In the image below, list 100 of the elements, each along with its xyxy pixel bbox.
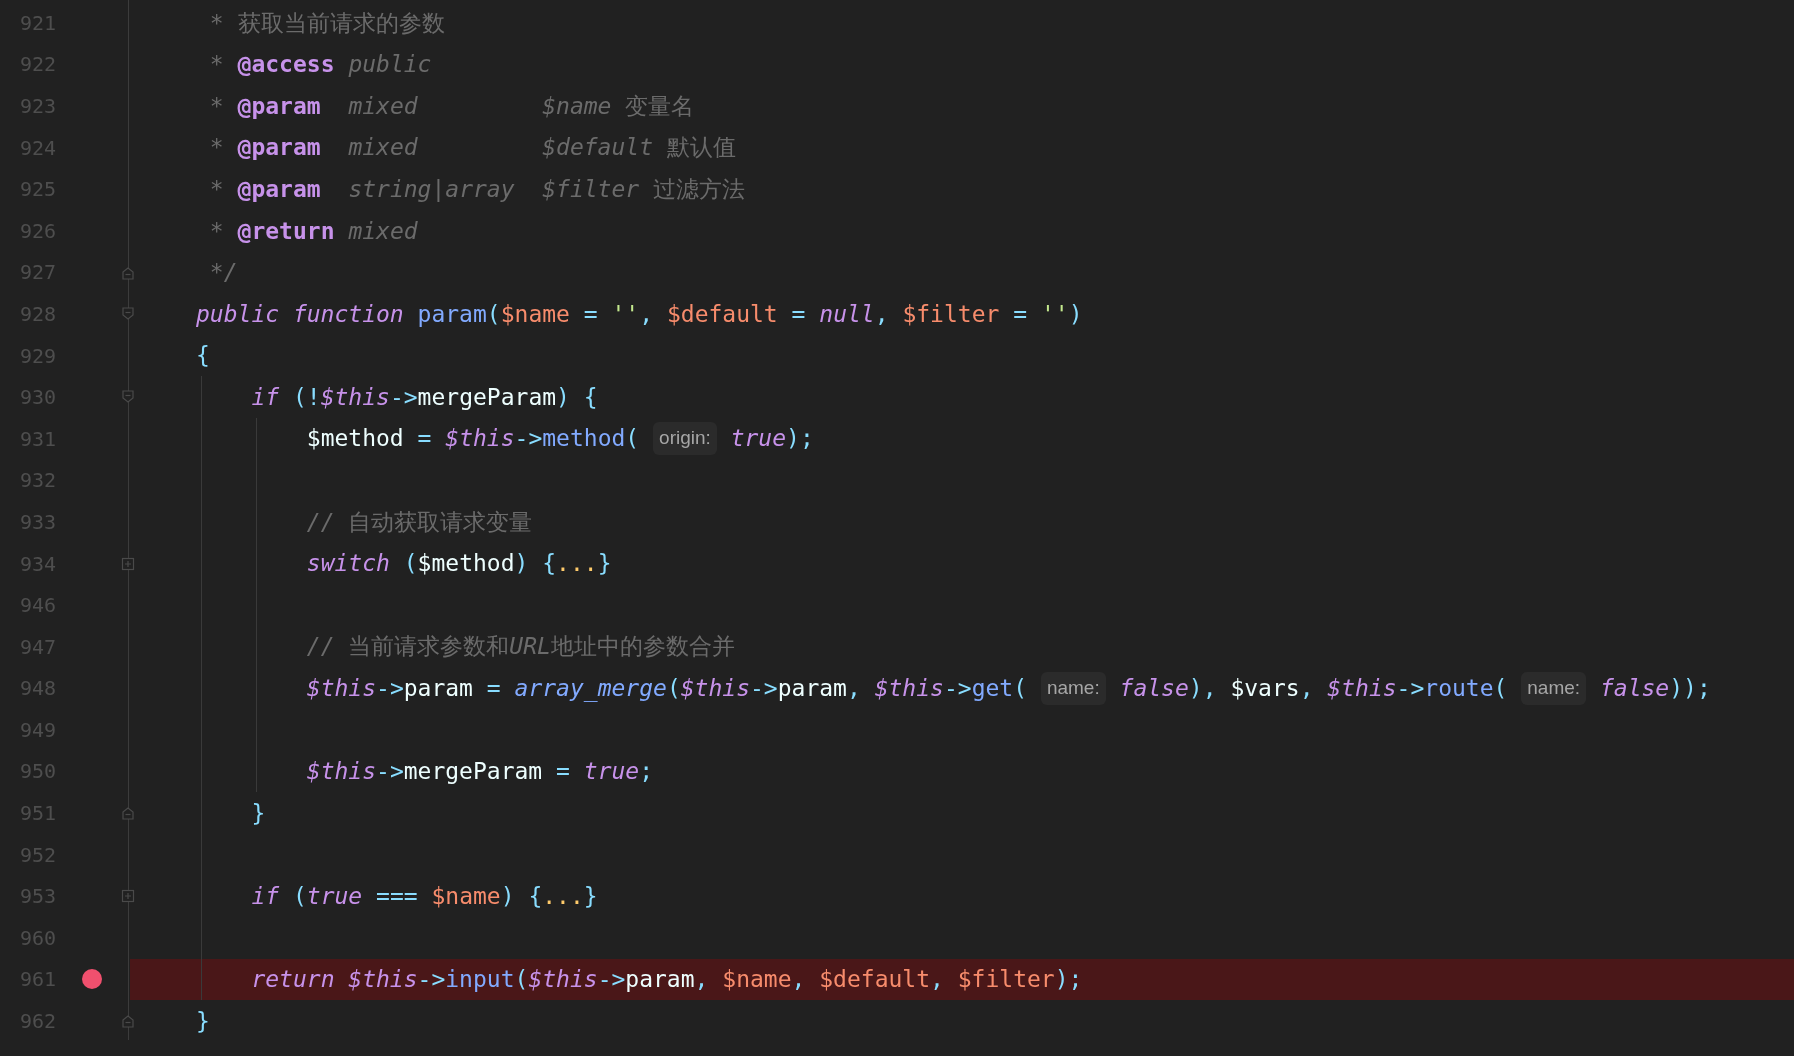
identifier: param: [777, 674, 847, 704]
comment-text: string|array $filter: [348, 174, 640, 204]
fold-start-icon[interactable]: [121, 390, 135, 405]
identifier: param: [403, 674, 473, 704]
keyword: $this: [874, 674, 944, 704]
operator: ,: [846, 674, 861, 704]
identifier: $method: [306, 424, 404, 454]
fold-expand-icon[interactable]: [121, 556, 135, 571]
doc-tag: @param: [237, 130, 321, 165]
breakpoint-icon[interactable]: [82, 969, 102, 990]
operator: (: [403, 549, 418, 579]
keyword: null: [819, 299, 875, 329]
operator: =: [486, 674, 501, 704]
comment-text: *: [209, 216, 224, 246]
operator: ): [1068, 299, 1083, 329]
comment-text: 自动获取请求变量: [348, 507, 533, 537]
variable: $name: [722, 965, 792, 995]
comment-text: 地址中的参数合并: [550, 632, 735, 662]
identifier: $vars: [1230, 674, 1300, 704]
keyword: if: [251, 382, 280, 412]
comment-text: *: [209, 91, 224, 121]
operator: );: [1054, 965, 1083, 995]
operator: (: [666, 674, 681, 704]
operator: ->: [597, 965, 626, 995]
comment-text: *: [209, 133, 224, 163]
operator: =: [583, 299, 598, 329]
comment-text: URL: [509, 632, 551, 662]
keyword: if: [251, 882, 280, 911]
keyword: true: [583, 757, 640, 787]
comment-text: mixed $name: [348, 91, 612, 121]
operator: ),: [1188, 674, 1217, 704]
string-literal: '': [1040, 299, 1069, 329]
doc-tag: @access: [237, 47, 335, 82]
variable: $default: [819, 965, 931, 995]
keyword: $this: [306, 757, 377, 787]
keyword: $this: [1327, 674, 1397, 704]
parameter-hint: name:: [1521, 672, 1587, 705]
operator: ->: [376, 757, 404, 787]
fold-end-icon[interactable]: [121, 806, 135, 821]
comment-text: public: [348, 50, 432, 80]
keyword: public function: [196, 299, 404, 329]
function-name: route: [1424, 674, 1494, 704]
fold-start-icon[interactable]: [121, 307, 135, 322]
operator: ->: [514, 424, 543, 454]
function-name: param: [417, 299, 487, 329]
keyword: return $this: [251, 965, 418, 995]
operator: ->: [750, 674, 778, 704]
variable: $default: [666, 299, 778, 329]
keyword: true: [306, 882, 363, 911]
fold-end-icon[interactable]: [121, 1014, 135, 1029]
operator: ->: [417, 965, 446, 995]
doc-tag: @return: [237, 213, 335, 248]
fold-end-icon[interactable]: [121, 265, 135, 280]
operator: =: [791, 299, 806, 329]
operator: ) {: [514, 549, 557, 579]
parameter-hint: origin:: [653, 422, 717, 455]
operator: ,: [874, 299, 889, 329]
operator: ,: [791, 965, 806, 995]
operator: (: [1013, 674, 1028, 704]
operator: ->: [1396, 674, 1425, 704]
function-name: input: [445, 965, 515, 995]
keyword: $this: [320, 382, 390, 412]
comment-text: */: [209, 258, 238, 288]
operator: ;: [639, 757, 654, 787]
variable: $name: [500, 299, 570, 329]
operator: {: [196, 341, 210, 371]
keyword: false: [1119, 674, 1189, 704]
operator: =: [417, 424, 432, 454]
variable: $filter: [902, 299, 1000, 329]
string-literal: '': [611, 299, 640, 329]
keyword: $this: [306, 674, 377, 704]
operator: ));: [1669, 674, 1711, 704]
comment-text: 过滤方法: [653, 174, 746, 204]
variable: $name: [431, 882, 501, 911]
operator: (: [1493, 674, 1508, 704]
function-name: array_merge: [514, 674, 667, 704]
operator: (: [625, 424, 640, 454]
operator: ,: [1299, 674, 1314, 704]
comment-text: *: [209, 50, 224, 80]
operator: ,: [639, 299, 654, 329]
operator: }: [196, 1006, 210, 1036]
doc-tag: @param: [237, 88, 321, 124]
comment-text: mixed: [348, 216, 418, 246]
operator: (: [486, 299, 501, 329]
identifier: mergeParam: [417, 382, 557, 412]
fold-expand-icon[interactable]: [121, 889, 135, 904]
operator: ) {: [556, 382, 598, 412]
folded-code-ellipsis: ...: [556, 549, 598, 579]
function-name: get: [971, 674, 1014, 704]
keyword: true: [730, 424, 787, 454]
keyword: $this: [680, 674, 750, 704]
operator: }: [583, 882, 598, 911]
comment-text: 变量名: [625, 91, 695, 121]
doc-tag: @param: [237, 171, 321, 207]
operator: ,: [694, 965, 709, 995]
comment-text: 默认值: [666, 133, 736, 163]
variable: $filter: [957, 965, 1055, 995]
keyword: $this: [528, 965, 598, 995]
parameter-hint: name:: [1040, 672, 1106, 705]
operator: (: [514, 965, 529, 995]
